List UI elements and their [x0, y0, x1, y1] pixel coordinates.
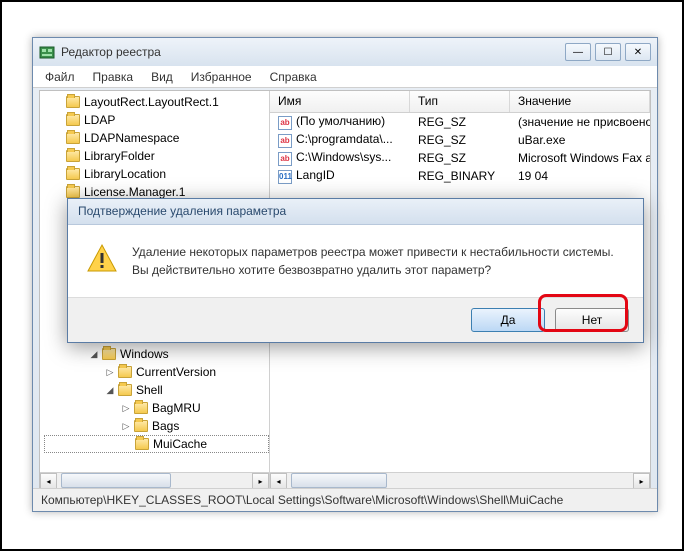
value-type: REG_SZ	[410, 115, 510, 129]
scroll-right-button[interactable]: ▸	[252, 473, 269, 489]
titlebar[interactable]: Редактор реестра — ☐ ✕	[33, 38, 657, 66]
no-button[interactable]: Нет	[555, 308, 629, 332]
folder-icon	[102, 348, 116, 360]
string-icon: ab	[278, 152, 292, 166]
tree-label: Bags	[152, 419, 179, 433]
list-scrollbar[interactable]: ◂ ▸	[270, 472, 650, 489]
folder-icon	[118, 366, 132, 378]
dialog-line2: Вы действительно хотите безвозвратно уда…	[132, 261, 614, 279]
expander-icon[interactable]: ▷	[104, 366, 116, 378]
scroll-thumb[interactable]	[291, 473, 387, 488]
tree-label: Shell	[136, 383, 163, 397]
tree-label: CurrentVersion	[136, 365, 216, 379]
scroll-left-button[interactable]: ◂	[270, 473, 287, 489]
tree-label: LDAP	[84, 113, 115, 127]
dialog-buttons: Да Нет	[68, 297, 643, 342]
tree-scrollbar[interactable]: ◂ ▸	[40, 472, 269, 489]
tree-item[interactable]: LDAP	[44, 111, 269, 129]
tree-item[interactable]: LDAPNamespace	[44, 129, 269, 147]
folder-icon	[134, 420, 148, 432]
folder-icon	[66, 150, 80, 162]
value-type: REG_BINARY	[410, 169, 510, 183]
list-row[interactable]: ab C:\Windows\sys... REG_SZ Microsoft Win…	[270, 149, 650, 167]
confirm-delete-dialog: Подтверждение удаления параметра Удалени…	[67, 198, 644, 343]
tree-label: License.Manager.1	[84, 185, 185, 199]
string-icon: ab	[278, 116, 292, 130]
tree-item[interactable]: LayoutRect.LayoutRect.1	[44, 93, 269, 111]
list-header: Имя Тип Значение	[270, 91, 650, 113]
binary-icon: 011	[278, 170, 292, 184]
tree-label: LibraryFolder	[84, 149, 155, 163]
col-type[interactable]: Тип	[410, 91, 510, 112]
tree-item[interactable]: LibraryFolder	[44, 147, 269, 165]
value-name: C:\programdata\...	[296, 132, 393, 146]
dialog-title: Подтверждение удаления параметра	[68, 199, 643, 225]
menu-view[interactable]: Вид	[143, 68, 181, 86]
tree-item-bagmru[interactable]: ▷ BagMRU	[44, 399, 269, 417]
scroll-left-button[interactable]: ◂	[40, 473, 57, 489]
col-name[interactable]: Имя	[270, 91, 410, 112]
list-row[interactable]: 011 LangID REG_BINARY 19 04	[270, 167, 650, 185]
tree-label: BagMRU	[152, 401, 201, 415]
statusbar: Компьютер\HKEY_CLASSES_ROOT\Local Settin…	[33, 488, 657, 511]
expander-icon[interactable]: ◢	[88, 348, 100, 360]
value-data: uBar.exe	[510, 133, 650, 147]
string-icon: ab	[278, 134, 292, 148]
dialog-line1: Удаление некоторых параметров реестра мо…	[132, 243, 614, 261]
scroll-thumb[interactable]	[61, 473, 171, 488]
value-data: (значение не присвоено	[510, 115, 650, 129]
dialog-text: Удаление некоторых параметров реестра мо…	[132, 243, 614, 279]
folder-icon	[66, 96, 80, 108]
folder-icon	[66, 114, 80, 126]
folder-icon	[66, 132, 80, 144]
expander-icon[interactable]: ▷	[120, 420, 132, 432]
folder-icon	[118, 384, 132, 396]
value-name: (По умолчанию)	[296, 114, 385, 128]
list-row[interactable]: ab C:\programdata\... REG_SZ uBar.exe	[270, 131, 650, 149]
folder-icon	[134, 402, 148, 414]
tree-label: LDAPNamespace	[84, 131, 179, 145]
expander-icon[interactable]: ▷	[120, 402, 132, 414]
value-data: 19 04	[510, 169, 650, 183]
tree-item-muicache[interactable]: MuiCache	[44, 435, 269, 453]
col-value[interactable]: Значение	[510, 91, 650, 112]
value-type: REG_SZ	[410, 133, 510, 147]
minimize-button[interactable]: —	[565, 43, 591, 61]
folder-icon	[66, 186, 80, 198]
tree-item-windows[interactable]: ◢ Windows	[44, 345, 269, 363]
tree-label: LibraryLocation	[84, 167, 166, 181]
tree-label: MuiCache	[153, 437, 207, 451]
value-name: LangID	[296, 168, 335, 182]
close-button[interactable]: ✕	[625, 43, 651, 61]
tree-item[interactable]: LibraryLocation	[44, 165, 269, 183]
maximize-button[interactable]: ☐	[595, 43, 621, 61]
tree-item-currentversion[interactable]: ▷ CurrentVersion	[44, 363, 269, 381]
value-data: Microsoft Windows Fax a	[510, 151, 650, 165]
tree-label: Windows	[120, 347, 169, 361]
warning-icon	[86, 243, 118, 275]
tree-item-shell[interactable]: ◢ Shell	[44, 381, 269, 399]
menu-edit[interactable]: Правка	[85, 68, 142, 86]
yes-button[interactable]: Да	[471, 308, 545, 332]
tree-label: LayoutRect.LayoutRect.1	[84, 95, 219, 109]
menu-favorites[interactable]: Избранное	[183, 68, 260, 86]
value-name: C:\Windows\sys...	[296, 150, 391, 164]
folder-icon	[66, 168, 80, 180]
window-title: Редактор реестра	[61, 45, 565, 59]
regedit-icon	[39, 44, 55, 60]
tree-item-bags[interactable]: ▷ Bags	[44, 417, 269, 435]
expander-icon[interactable]: ◢	[104, 384, 116, 396]
value-type: REG_SZ	[410, 151, 510, 165]
scroll-right-button[interactable]: ▸	[633, 473, 650, 489]
list-row[interactable]: ab (По умолчанию) REG_SZ (значение не при…	[270, 113, 650, 131]
menu-file[interactable]: Файл	[37, 68, 83, 86]
menubar: Файл Правка Вид Избранное Справка	[33, 66, 657, 88]
menu-help[interactable]: Справка	[262, 68, 325, 86]
folder-icon	[135, 438, 149, 450]
